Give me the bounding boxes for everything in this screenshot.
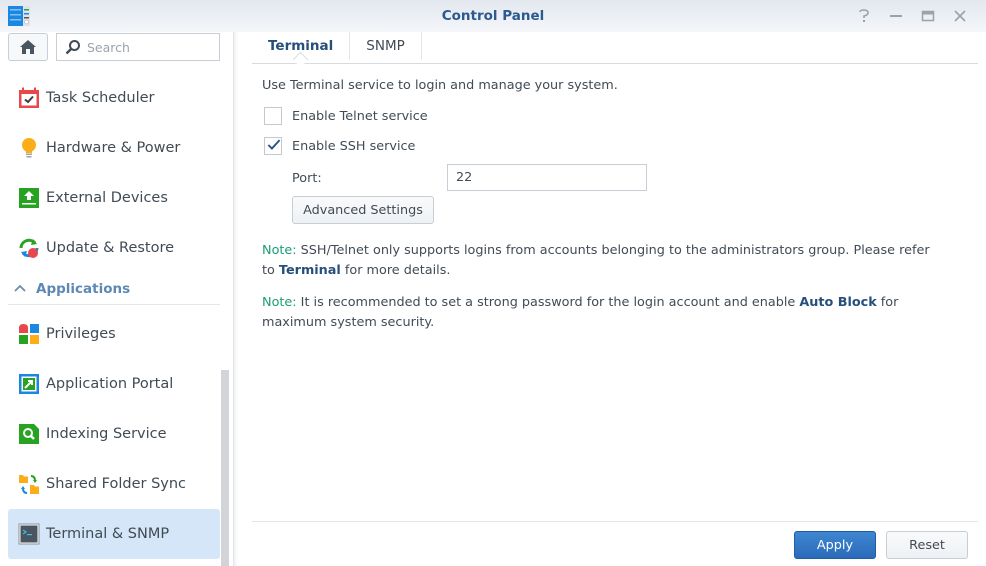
main-panel: Terminal SNMP Use Terminal service to lo… bbox=[252, 32, 978, 566]
reset-button[interactable]: Reset bbox=[886, 531, 968, 559]
sidebar-scrollbar[interactable] bbox=[221, 370, 229, 566]
window-title: Control Panel bbox=[441, 8, 545, 24]
port-input[interactable] bbox=[447, 164, 647, 191]
help-icon[interactable] bbox=[848, 6, 880, 26]
note-admin-group: Note: SSH/Telnet only supports logins fr… bbox=[262, 241, 942, 281]
close-icon[interactable] bbox=[944, 6, 976, 26]
update-icon bbox=[18, 237, 40, 259]
upload-drive-icon bbox=[18, 187, 40, 209]
search-box[interactable] bbox=[56, 33, 220, 61]
note-text: for more details. bbox=[340, 263, 451, 278]
sidebar: Task Scheduler Hardware & Power External… bbox=[0, 32, 234, 566]
title-bar: Control Panel bbox=[0, 0, 986, 32]
terminal-link[interactable]: Terminal bbox=[279, 263, 341, 278]
sidebar-item-indexing-service[interactable]: Indexing Service bbox=[8, 409, 220, 459]
telnet-checkbox[interactable] bbox=[264, 107, 282, 125]
sidebar-item-external-devices[interactable]: External Devices bbox=[8, 173, 220, 223]
home-button[interactable] bbox=[8, 33, 48, 61]
note-label: Note: bbox=[262, 243, 297, 258]
sidebar-item-label: Terminal & SNMP bbox=[46, 526, 170, 542]
tab-terminal[interactable]: Terminal bbox=[252, 32, 351, 60]
home-icon bbox=[20, 40, 36, 54]
checkmark-icon bbox=[267, 139, 281, 150]
sidebar-item-label: Indexing Service bbox=[46, 426, 167, 442]
sidebar-item-label: Privileges bbox=[46, 326, 116, 342]
sidebar-nav: Task Scheduler Hardware & Power External… bbox=[8, 73, 220, 559]
control-panel-window: Control Panel Search Task Scheduler Hard… bbox=[0, 0, 986, 566]
minimize-icon[interactable] bbox=[880, 6, 912, 26]
sidebar-item-task-scheduler[interactable]: Task Scheduler bbox=[8, 73, 220, 123]
description-text: Use Terminal service to login and manage… bbox=[262, 78, 618, 93]
footer-divider bbox=[252, 521, 978, 522]
terminal-icon bbox=[18, 523, 40, 545]
sidebar-item-label: Application Portal bbox=[46, 376, 174, 392]
sidebar-item-label: External Devices bbox=[46, 190, 168, 206]
indexing-icon bbox=[18, 423, 40, 445]
chevron-up-icon bbox=[14, 282, 26, 295]
sidebar-section-applications[interactable]: Applications bbox=[8, 273, 220, 305]
note-label: Note: bbox=[262, 295, 297, 310]
privileges-icon bbox=[18, 323, 40, 345]
note-text: It is recommended to set a strong passwo… bbox=[296, 295, 800, 310]
sidebar-item-label: Hardware & Power bbox=[46, 140, 181, 156]
sidebar-item-update-restore[interactable]: Update & Restore bbox=[8, 223, 220, 273]
telnet-label: Enable Telnet service bbox=[292, 108, 428, 124]
lightbulb-icon bbox=[18, 137, 40, 159]
telnet-checkbox-row[interactable]: Enable Telnet service bbox=[264, 107, 428, 125]
tab-snmp[interactable]: SNMP bbox=[350, 32, 422, 60]
tab-bar: Terminal SNMP bbox=[252, 32, 978, 64]
ssh-checkbox-row[interactable]: Enable SSH service bbox=[264, 137, 415, 155]
auto-block-link[interactable]: Auto Block bbox=[799, 295, 876, 310]
note-password: Note: It is recommended to set a strong … bbox=[262, 293, 942, 333]
sidebar-item-label: Shared Folder Sync bbox=[46, 476, 187, 492]
ssh-label: Enable SSH service bbox=[292, 138, 416, 154]
sidebar-item-shared-folder-sync[interactable]: Shared Folder Sync bbox=[8, 459, 220, 509]
sidebar-divider bbox=[234, 32, 238, 566]
section-label: Applications bbox=[36, 280, 131, 297]
sidebar-item-terminal-snmp[interactable]: Terminal & SNMP bbox=[8, 509, 220, 559]
folder-sync-icon bbox=[18, 473, 40, 495]
advanced-settings-button[interactable]: Advanced Settings bbox=[292, 196, 434, 224]
sidebar-item-label: Task Scheduler bbox=[46, 90, 155, 106]
port-label: Port: bbox=[292, 171, 322, 186]
sidebar-item-application-portal[interactable]: Application Portal bbox=[8, 359, 220, 409]
search-input[interactable] bbox=[87, 39, 207, 55]
sidebar-item-hardware-power[interactable]: Hardware & Power bbox=[8, 123, 220, 173]
sidebar-item-label: Update & Restore bbox=[46, 240, 175, 256]
search-icon bbox=[65, 40, 80, 55]
ssh-checkbox[interactable] bbox=[264, 137, 282, 155]
apply-button[interactable]: Apply bbox=[794, 531, 876, 559]
portal-icon bbox=[18, 373, 40, 395]
calendar-check-icon bbox=[18, 87, 40, 109]
sidebar-item-privileges[interactable]: Privileges bbox=[8, 309, 220, 359]
maximize-icon[interactable] bbox=[912, 6, 944, 26]
